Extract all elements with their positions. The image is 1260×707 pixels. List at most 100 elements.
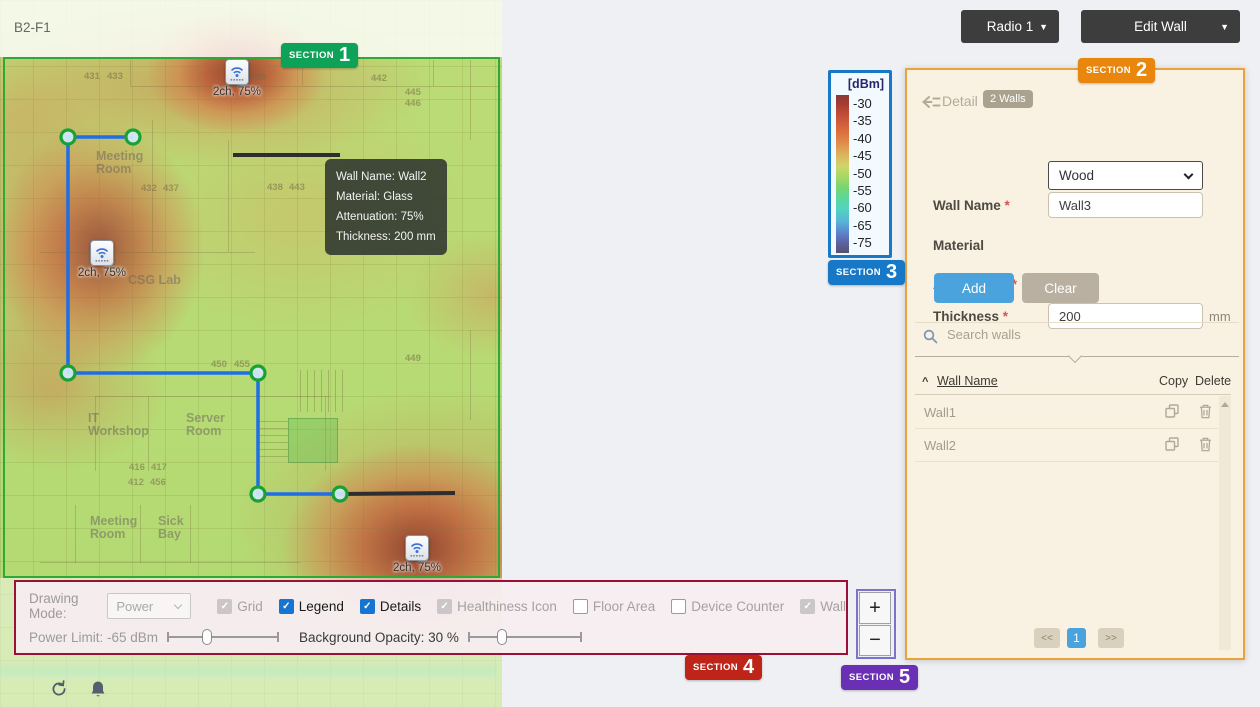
material-label: Material	[933, 238, 984, 253]
checkbox-grid: ✓Grid	[217, 599, 263, 614]
checkbox-box	[573, 599, 588, 614]
wifi-ap-icon[interactable]	[405, 535, 429, 561]
power-limit-slider-thumb[interactable]	[202, 629, 212, 645]
wifi-ap-icon[interactable]	[225, 59, 249, 85]
legend-tick: -30	[853, 97, 872, 110]
list-scrollbar[interactable]	[1219, 396, 1231, 650]
checkbox-label: Device Counter	[691, 599, 784, 614]
sort-ascending-icon[interactable]: ^	[922, 376, 928, 388]
wall-name-input[interactable]	[1048, 192, 1203, 218]
collapse-notch[interactable]	[1068, 349, 1082, 363]
legend-title: [dBm]	[848, 77, 884, 91]
ap-channel-label: 2ch, 75%	[78, 267, 126, 279]
radio-select-button[interactable]: Radio 1 ▼	[961, 10, 1059, 43]
legend-tick: -60	[853, 201, 872, 214]
wall-vertex-handle[interactable]	[126, 130, 140, 144]
section-3-badge: SECTION3	[828, 260, 905, 285]
wall-row-name: Wall2	[924, 438, 956, 453]
search-walls-input[interactable]	[945, 326, 1215, 343]
pagination-page-1-button[interactable]: 1	[1067, 628, 1086, 648]
pagination-prev-button[interactable]: <<	[1034, 628, 1060, 648]
collapse-panel-icon[interactable]	[921, 95, 941, 113]
checkbox-label: Wall	[820, 599, 846, 614]
delete-column-header: Delete	[1195, 374, 1231, 388]
scroll-up-icon[interactable]	[1221, 402, 1229, 407]
wall-vertex-handle[interactable]	[333, 487, 347, 501]
delete-wall-icon[interactable]	[1199, 437, 1212, 457]
clear-button[interactable]: Clear	[1022, 273, 1099, 303]
copy-wall-icon[interactable]	[1165, 404, 1179, 423]
section-4-badge: SECTION4	[685, 655, 762, 680]
checkbox-box: ✓	[800, 599, 815, 614]
checkbox-label: Grid	[237, 599, 263, 614]
edit-wall-button[interactable]: Edit Wall ▼	[1081, 10, 1240, 43]
app-window: Meeting RoomCSG LabIT WorkshopServer Roo…	[0, 0, 1260, 707]
section-5-badge: SECTION5	[841, 665, 918, 690]
section-2-badge: SECTION2	[1078, 58, 1155, 83]
add-button[interactable]: Add	[934, 273, 1014, 303]
chevron-down-icon	[1184, 170, 1194, 180]
search-icon	[923, 329, 938, 349]
wall-row-name: Wall1	[924, 405, 956, 420]
checkbox-label: Details	[380, 599, 421, 614]
checkbox-label: Legend	[299, 599, 344, 614]
checkbox-box[interactable]: ✓	[279, 599, 294, 614]
legend-tick: -45	[853, 149, 872, 162]
copy-wall-icon[interactable]	[1165, 437, 1179, 456]
wall-table-row[interactable]: Wall1	[915, 396, 1218, 429]
placed-wall-segment[interactable]	[340, 493, 455, 494]
chevron-down-icon: ▼	[1039, 22, 1048, 32]
refresh-icon[interactable]	[50, 680, 68, 698]
section-1-badge: SECTION1	[281, 43, 358, 68]
checkbox-healthiness-icon: ✓ Healthiness Icon	[437, 599, 557, 614]
floor-name-label: B2-F1	[14, 20, 51, 35]
delete-wall-icon[interactable]	[1199, 404, 1212, 424]
chevron-down-icon	[174, 601, 182, 609]
wall-vertex-handle[interactable]	[61, 366, 75, 380]
checkbox-details[interactable]: ✓ Details	[360, 599, 421, 614]
zoom-out-button[interactable]: −	[859, 625, 891, 657]
material-select[interactable]: Wood	[1048, 161, 1203, 190]
ap-channel-label: 2ch, 75%	[393, 562, 441, 574]
wall-vertex-handle[interactable]	[61, 130, 75, 144]
background-opacity-label: Background Opacity: 30 %	[299, 630, 459, 645]
access-point[interactable]: 2ch, 75%	[213, 59, 261, 98]
zoom-in-button[interactable]: +	[859, 592, 891, 624]
wall-vertex-handle[interactable]	[251, 366, 265, 380]
checkbox-box: ✓	[437, 599, 452, 614]
wall-drawing-polyline[interactable]	[68, 137, 340, 494]
legend-tick: -55	[853, 184, 872, 197]
legend-tick: -40	[853, 132, 872, 145]
wall-table-row[interactable]: Wall2	[915, 429, 1218, 462]
tooltip-line: Wall Name: Wall2	[336, 167, 436, 187]
legend-tick: -65	[853, 219, 872, 232]
power-limit-slider	[167, 629, 279, 645]
wall-name-column-header[interactable]: Wall Name	[937, 374, 998, 388]
tooltip-line: Attenuation: 75%	[336, 207, 436, 227]
legend-color-bar	[836, 95, 849, 253]
checkbox-floor-area: Floor Area	[573, 599, 655, 614]
bell-icon[interactable]	[90, 680, 106, 698]
ap-channel-label: 2ch, 75%	[213, 86, 261, 98]
wall-vertex-handle[interactable]	[251, 487, 265, 501]
detail-header[interactable]: Detail	[942, 93, 978, 109]
tooltip-line: Material: Glass	[336, 187, 436, 207]
search-section-divider	[915, 322, 1239, 323]
view-options-toolbar: Drawing Mode: Power ✓Grid✓Legend✓Details…	[14, 580, 848, 655]
checkbox-box[interactable]: ✓	[360, 599, 375, 614]
dbm-legend: [dBm] -30-35-40-45-50-55-60-65-75	[828, 70, 892, 258]
checkbox-label: Floor Area	[593, 599, 655, 614]
wifi-ap-icon[interactable]	[90, 240, 114, 266]
access-point[interactable]: 2ch, 75%	[78, 240, 126, 279]
checkbox-box	[671, 599, 686, 614]
background-opacity-slider[interactable]	[468, 629, 582, 645]
power-limit-label: Power Limit: -65 dBm	[29, 630, 158, 645]
checkbox-legend[interactable]: ✓ Legend	[279, 599, 344, 614]
checkbox-label: Healthiness Icon	[457, 599, 557, 614]
pagination-next-button[interactable]: >>	[1098, 628, 1124, 648]
chevron-down-icon: ▼	[1220, 22, 1229, 32]
access-point[interactable]: 2ch, 75%	[393, 535, 441, 574]
wall-info-tooltip: Wall Name: Wall2Material: GlassAttenuati…	[325, 159, 447, 255]
background-opacity-slider-thumb[interactable]	[497, 629, 507, 645]
zoom-controls: + −	[856, 589, 896, 659]
